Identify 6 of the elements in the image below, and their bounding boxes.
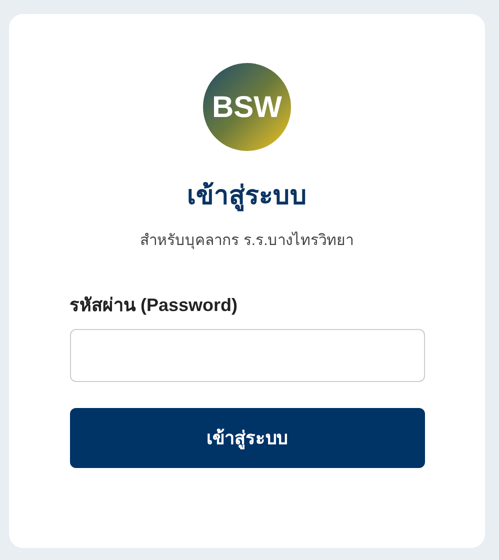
login-button[interactable]: เข้าสู่ระบบ	[70, 408, 424, 468]
password-label: รหัสผ่าน (Password)	[70, 294, 239, 317]
password-field[interactable]	[70, 329, 424, 382]
page-title: เข้าสู่ระบบ	[187, 179, 307, 212]
logo: BSW	[203, 63, 291, 151]
subtitle: สำหรับบุคลากร ร.ร.บางไทรวิทยา	[140, 230, 354, 252]
